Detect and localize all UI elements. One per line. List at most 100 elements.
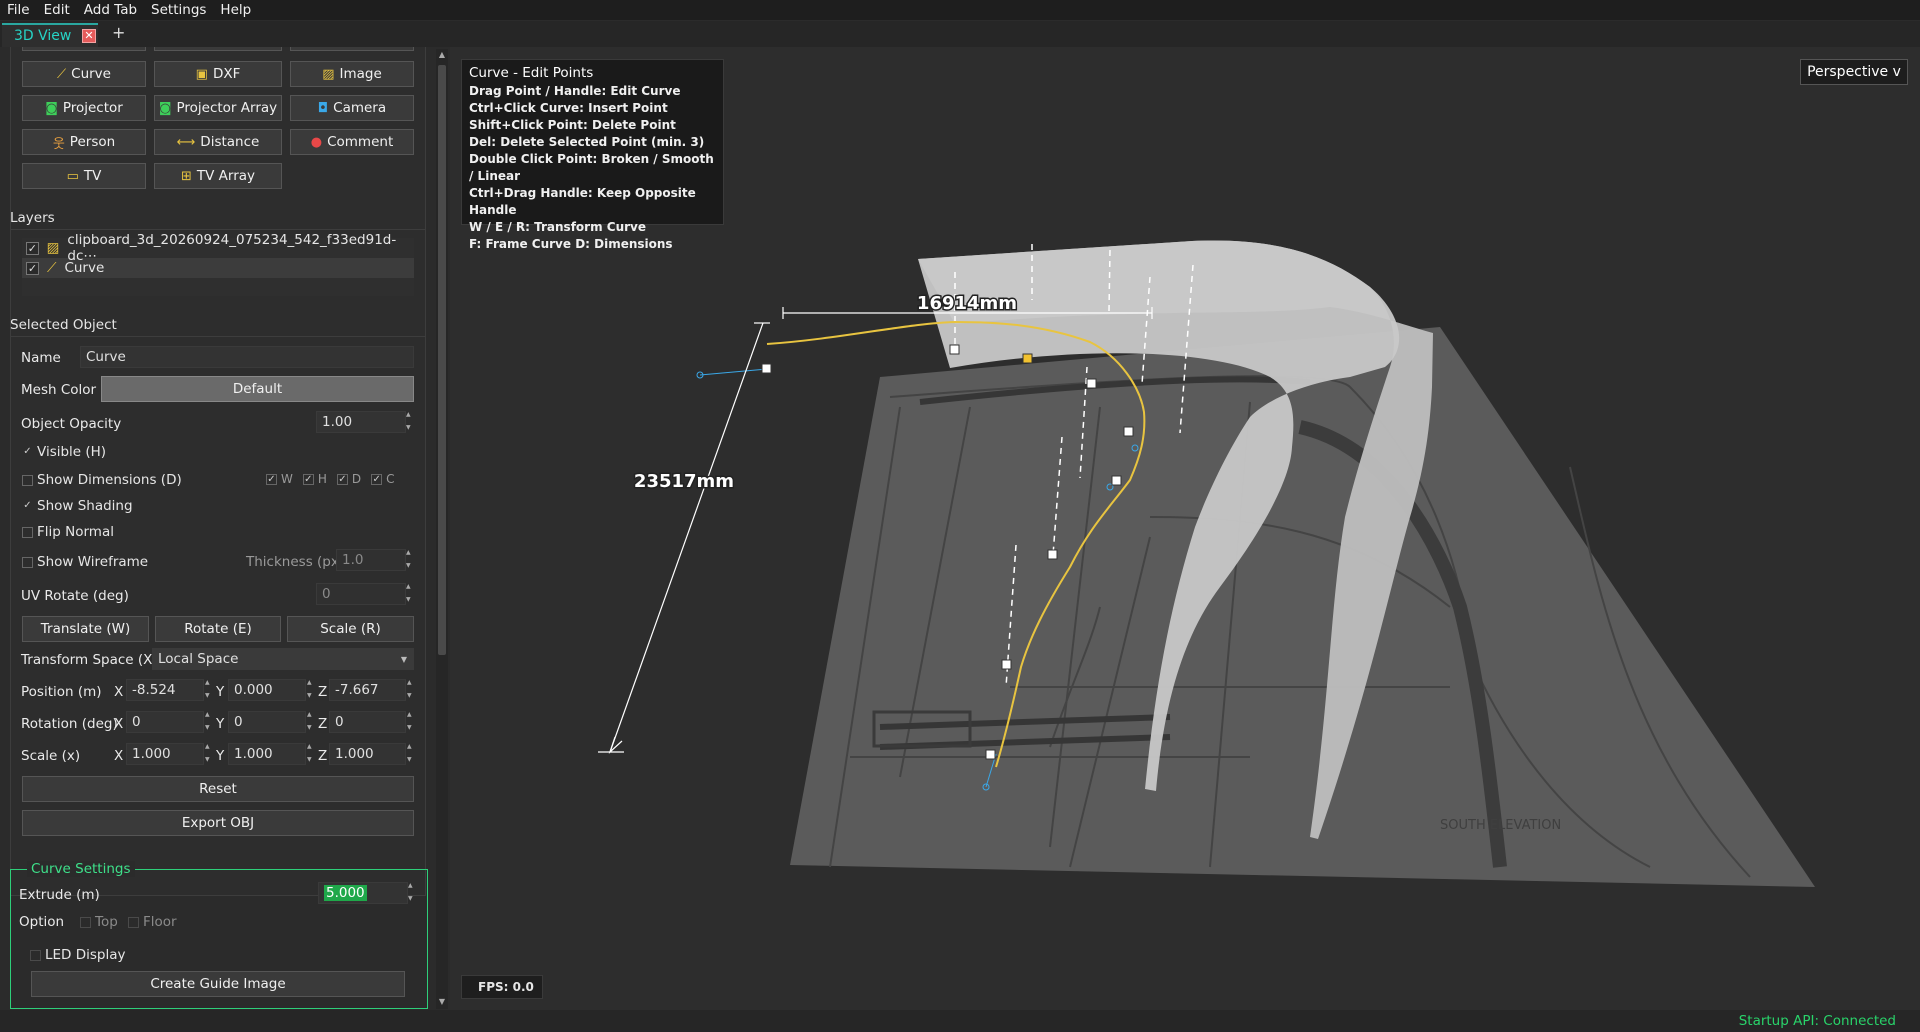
hidden-button-1[interactable] (22, 47, 146, 51)
thickness-input[interactable]: 1.0 (336, 549, 406, 571)
menu-add-tab[interactable]: Add Tab (77, 0, 144, 20)
mesh-color-button[interactable]: Default (101, 376, 414, 402)
scale-x-input[interactable]: 1.000 (126, 743, 204, 765)
projector-button[interactable]: ◙ Projector (22, 95, 146, 121)
tv-icon: ▭ (66, 168, 79, 184)
position-z-stepper[interactable] (407, 679, 414, 701)
menu-edit[interactable]: Edit (37, 0, 77, 20)
depth-dimension-label: 23517mm (634, 471, 734, 492)
axis-y-label: Y (216, 748, 225, 764)
projector-icon: ◙ (45, 100, 58, 116)
dxf-button[interactable]: ▣ DXF (154, 61, 282, 87)
opacity-stepper[interactable] (406, 411, 413, 433)
control-point[interactable] (1123, 426, 1134, 437)
projector-array-button[interactable]: ◙ Projector Array (154, 95, 282, 121)
status-bar: Startup API: Connected (0, 1010, 1920, 1032)
floor-checkbox[interactable]: Floor (128, 914, 177, 930)
menu-file[interactable]: File (0, 0, 37, 20)
person-button[interactable]: 웃 Person (22, 129, 146, 155)
show-dimensions-checkbox[interactable]: Show Dimensions (D) (22, 472, 182, 488)
curve-button[interactable]: ⟋ Curve (22, 61, 146, 87)
reset-button[interactable]: Reset (22, 776, 414, 802)
scale-button[interactable]: Scale (R) (287, 616, 414, 642)
show-wireframe-checkbox[interactable]: Show Wireframe (22, 554, 148, 570)
add-tab-button[interactable]: + (112, 23, 125, 42)
scroll-thumb[interactable] (438, 65, 446, 655)
flip-normal-checkbox[interactable]: Flip Normal (22, 524, 114, 540)
translate-button[interactable]: Translate (W) (22, 616, 149, 642)
rotation-z-stepper[interactable] (407, 711, 414, 733)
layer-visibility-checkbox[interactable]: ✓ (26, 241, 39, 255)
extrude-input[interactable]: 5.000 (318, 882, 408, 904)
export-obj-button[interactable]: Export OBJ (22, 810, 414, 836)
show-shading-checkbox[interactable]: ✓ Show Shading (22, 498, 132, 514)
dim-h-checkbox[interactable]: ✓ (302, 473, 314, 485)
led-display-label: LED Display (45, 947, 126, 963)
rotate-button[interactable]: Rotate (E) (155, 616, 281, 642)
control-point[interactable] (949, 344, 960, 355)
distance-button[interactable]: ⟷ Distance (154, 129, 282, 155)
control-point[interactable] (985, 749, 996, 760)
control-point[interactable] (761, 363, 772, 374)
camera-button[interactable]: ◘ Camera (290, 95, 414, 121)
hidden-button-2[interactable] (154, 47, 282, 51)
help-line: W / E / R: Transform Curve (469, 220, 646, 234)
rotation-x-stepper[interactable] (205, 711, 212, 733)
rotation-y-input[interactable]: 0 (228, 711, 306, 733)
position-x-stepper[interactable] (205, 679, 212, 701)
rotation-y-stepper[interactable] (307, 711, 314, 733)
extrude-stepper[interactable] (408, 882, 415, 904)
dim-d-label: D (351, 472, 362, 486)
layer-item-clipboard[interactable]: ✓ ▨ clipboard_3d_20260924_075234_542_f33… (22, 232, 414, 264)
dim-w-checkbox[interactable]: ✓ (266, 473, 277, 485)
scale-z-input[interactable]: 1.000 (329, 743, 406, 765)
scale-x-stepper[interactable] (205, 743, 212, 765)
image-button[interactable]: ▨ Image (290, 61, 414, 87)
left-panel-scrollbar[interactable]: ▲ ▼ (436, 49, 448, 1009)
scale-z-stepper[interactable] (407, 743, 414, 765)
uv-rotate-stepper[interactable] (406, 583, 413, 605)
position-y-stepper[interactable] (307, 679, 314, 701)
curve-icon: ⟋ (57, 66, 67, 82)
tv-array-button[interactable]: ⊞ TV Array (154, 163, 282, 189)
image-icon: ▨ (46, 240, 60, 256)
reset-label: Reset (199, 781, 237, 797)
control-point[interactable] (1086, 378, 1097, 389)
dim-c-checkbox[interactable]: ✓ (371, 473, 383, 485)
position-x-input[interactable]: -8.524 (126, 679, 204, 701)
menu-help[interactable]: Help (213, 0, 258, 20)
selected-control-point[interactable] (1022, 353, 1033, 364)
tv-button-label: TV (83, 168, 102, 184)
hidden-button-3[interactable] (290, 47, 414, 51)
name-input[interactable]: Curve (80, 346, 414, 368)
show-wireframe-label: Show Wireframe (37, 554, 149, 570)
position-z-input[interactable]: -7.667 (329, 679, 406, 701)
menu-settings[interactable]: Settings (144, 0, 213, 20)
control-point[interactable] (1047, 549, 1058, 560)
top-checkbox[interactable]: Top (80, 914, 118, 930)
position-y-input[interactable]: 0.000 (228, 679, 306, 701)
rotation-z-input[interactable]: 0 (329, 711, 406, 733)
control-point[interactable] (1001, 659, 1012, 670)
scroll-up-icon[interactable]: ▲ (438, 50, 446, 60)
transform-space-select[interactable]: Local Space ▼ (152, 648, 414, 670)
rotation-x-input[interactable]: 0 (126, 711, 204, 733)
close-icon[interactable]: ✕ (82, 29, 96, 43)
uv-rotate-input[interactable]: 0 (316, 583, 406, 605)
control-point[interactable] (1111, 475, 1122, 486)
create-guide-image-button[interactable]: Create Guide Image (31, 971, 405, 997)
tab-3d-view[interactable]: 3D View ✕ (2, 23, 98, 47)
scale-y-input[interactable]: 1.000 (228, 743, 306, 765)
scale-y-stepper[interactable] (307, 743, 314, 765)
perspective-dropdown[interactable]: Perspective v (1800, 59, 1908, 85)
layer-visibility-checkbox[interactable]: ✓ (26, 261, 39, 275)
dim-d-checkbox[interactable]: ✓ (336, 473, 348, 485)
opacity-input[interactable]: 1.00 (316, 411, 406, 433)
name-label: Name (21, 350, 61, 366)
visible-checkbox[interactable]: ✓ Visible (H) (22, 444, 106, 460)
scroll-down-icon[interactable]: ▼ (438, 997, 446, 1007)
tv-button[interactable]: ▭ TV (22, 163, 146, 189)
comment-button[interactable]: ● Comment (290, 129, 414, 155)
thickness-stepper[interactable] (406, 549, 413, 571)
led-display-checkbox[interactable]: LED Display (30, 947, 126, 963)
